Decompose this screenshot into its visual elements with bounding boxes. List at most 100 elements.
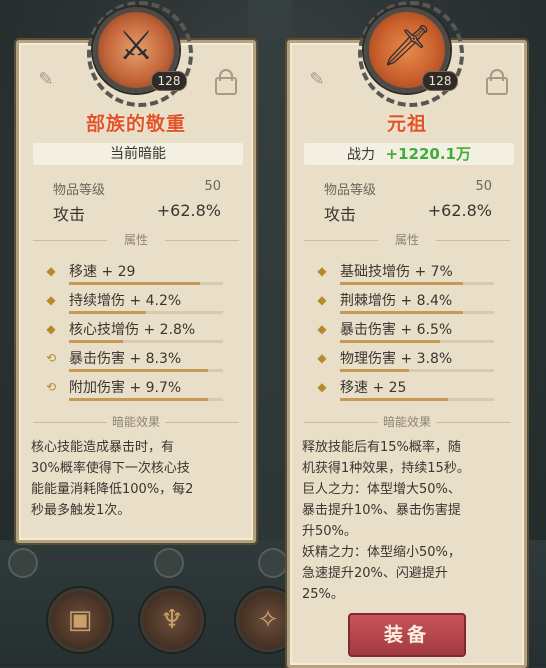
attribute-bar [340,282,494,285]
attribute-text: 荆棘增伤 + 8.4% [340,293,453,309]
axe-icon: ⚔ [118,23,154,69]
item-card-compare: ⚔ 128 ✎ 部族的敬重 当前暗能 物品等级 50 攻击 +62.8% 属性 … [16,1,256,543]
attack-value: +62.8% [427,201,492,220]
effect-header: 暗能效果 [33,415,240,429]
item-level-badge: 128 [422,71,458,91]
effect-description: 核心技能造成暴击时，有 30%概率使得下一次核心技 能能量消耗降低100%，每2… [31,437,243,521]
equip-button[interactable]: 装备 [348,613,466,657]
effect-line: 核心技能造成暴击时，有 [31,440,175,455]
attribute-row: ⟲ 附加伤害 + 9.7% [41,377,231,403]
dark-energy-band: 当前暗能 [33,143,243,165]
attribute-text: 持续增伤 + 4.2% [69,293,182,309]
attribute-bar-fill [340,398,448,401]
item-emblem: 🗡 128 [358,1,464,107]
small-slot-2[interactable] [154,548,184,578]
item-name: 部族的敬重 [85,113,186,135]
attribute-bar-fill [340,369,410,372]
attribute-text: 物理伤害 + 3.8% [340,351,453,367]
power-band: 战力 +1220.1万 [304,143,514,165]
attribute-bar-fill [340,340,441,343]
item-name: 元祖 [386,113,427,135]
attribute-row: ◆ 移速 + 29 [41,261,231,287]
item-level-badge: 128 [151,71,187,91]
diamond-icon: ◆ [317,264,327,278]
attribute-bar [69,340,223,343]
diamond-icon: ◆ [317,380,327,394]
effect-line: 秒最多触发1次。 [31,503,131,518]
attribute-bar [340,340,494,343]
gem-icon: ✧ [257,605,279,635]
item-level-label: 物品等级 [324,183,377,198]
attribute-bar-fill [69,369,208,372]
feather-icon[interactable]: ✎ [35,69,57,91]
attack-value: +62.8% [156,201,221,220]
effect-description: 释放技能后有15%概率，随 机获得1种效果，持续15秒。 巨人之力：体型增大50… [302,437,514,605]
lock-icon[interactable] [215,69,237,95]
weapon-icon: ♆ [160,605,184,635]
attribute-text: 暴击伤害 + 6.5% [340,322,453,338]
attribute-bar [69,398,223,401]
attribute-row: ◆ 基础技增伤 + 7% [312,261,502,287]
attribute-bar-fill [69,340,123,343]
attribute-text: 移速 + 25 [340,380,407,396]
attribute-bar [69,311,223,314]
attribute-text: 移速 + 29 [69,264,136,280]
effect-line: 妖精之力：体型缩小50%， [302,545,461,560]
effect-line: 释放技能后有15%概率，随 [302,440,461,455]
lock-icon[interactable] [486,69,508,95]
item-level-row: 物品等级 50 [324,179,492,198]
chest-icon: ▣ [67,605,93,635]
attribute-row: ◆ 暴击伤害 + 6.5% [312,319,502,345]
attribute-bar [340,369,494,372]
power-label: 战力 [347,147,376,163]
attack-label: 攻击 [324,205,357,224]
attribute-row: ◆ 持续增伤 + 4.2% [41,290,231,316]
attribute-text: 基础技增伤 + 7% [340,264,453,280]
attribute-row: ◆ 物理伤害 + 3.8% [312,348,502,374]
attribute-bar [69,369,223,372]
attack-row: 攻击 +62.8% [324,201,492,225]
inventory-slot-1[interactable]: ▣ [48,588,112,652]
attribute-row: ◆ 移速 + 25 [312,377,502,403]
diamond-icon: ◆ [317,293,327,307]
small-slot-1[interactable] [8,548,38,578]
attribute-row: ◆ 核心技增伤 + 2.8% [41,319,231,345]
attr-header: 属性 [304,233,511,247]
effect-line: 机获得1种效果，持续15秒。 [302,461,470,476]
item-card-selected: 🗡 128 ✎ 元祖 战力 +1220.1万 物品等级 50 攻击 +62.8%… [287,1,527,668]
feather-icon[interactable]: ✎ [306,69,328,91]
inventory-slot-2[interactable]: ♆ [140,588,204,652]
small-slot-3[interactable] [258,548,288,578]
attribute-row: ◆ 荆棘增伤 + 8.4% [312,290,502,316]
power-value: +1220.1万 [385,145,471,163]
attribute-text: 核心技增伤 + 2.8% [69,322,196,338]
attr-header: 属性 [33,233,240,247]
sword-icon: 🗡 [381,23,433,69]
effect-line: 30%概率使得下一次核心技 [31,461,190,476]
attack-label: 攻击 [53,205,86,224]
attribute-bar [340,311,494,314]
diamond-icon: ◆ [46,293,56,307]
item-level-row: 物品等级 50 [53,179,221,198]
reroll-icon: ⟲ [45,380,57,394]
effect-line: 急速提升20%、闪避提升 [302,566,448,581]
attack-row: 攻击 +62.8% [53,201,221,225]
diamond-icon: ◆ [46,322,56,336]
item-level-value: 50 [204,179,221,194]
attribute-bar-fill [69,311,146,314]
attribute-bar-fill [340,282,464,285]
effect-line: 能能量消耗降低100%，每2 [31,482,194,497]
band-label: 当前暗能 [110,146,166,162]
effect-line: 暴击提升10%、暴击伤害提 [302,503,461,518]
attribute-bar-fill [340,311,464,314]
attribute-text: 暴击伤害 + 8.3% [69,351,182,367]
item-emblem: ⚔ 128 [87,1,193,107]
attribute-bar [69,282,223,285]
diamond-icon: ◆ [317,322,327,336]
effect-line: 25%。 [302,587,344,602]
effect-line: 巨人之力：体型增大50%、 [302,482,461,497]
attribute-bar-fill [69,398,208,401]
attribute-bar [340,398,494,401]
attribute-bar-fill [69,282,200,285]
attribute-row: ⟲ 暴击伤害 + 8.3% [41,348,231,374]
